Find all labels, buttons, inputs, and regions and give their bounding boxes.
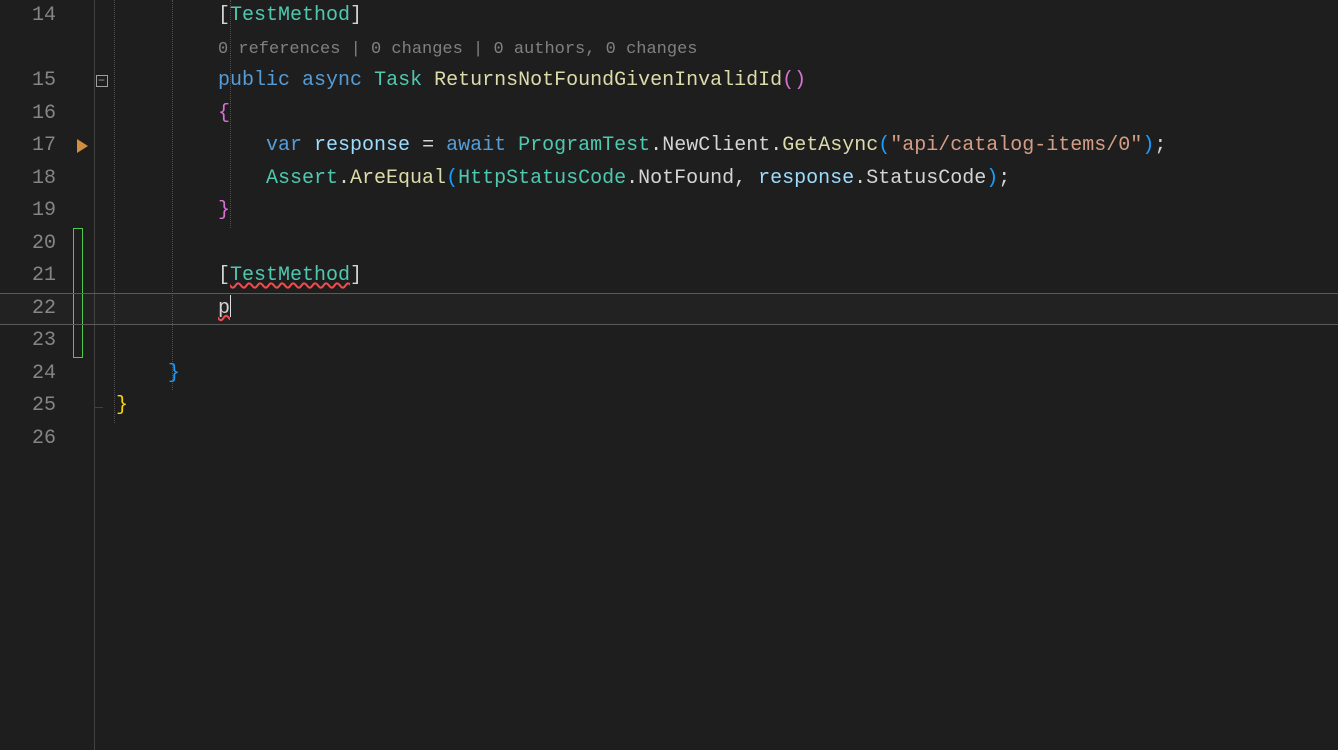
code-line[interactable]: [218, 390, 1338, 423]
code-line[interactable]: }: [218, 195, 1338, 228]
code-line[interactable]: public async Task ReturnsNotFoundGivenIn…: [218, 65, 1338, 98]
line-number: 26: [0, 423, 56, 456]
line-number-gutter: 14 151617181920212223242526: [0, 0, 70, 750]
code-line[interactable]: [218, 228, 1338, 261]
code-line[interactable]: var response = await ProgramTest.NewClie…: [218, 130, 1338, 163]
code-line[interactable]: p: [218, 293, 1338, 326]
code-line[interactable]: [TestMethod]: [218, 0, 1338, 33]
fold-toggle-icon[interactable]: −: [96, 75, 108, 87]
code-editor[interactable]: 14 151617181920212223242526 − }} [TestMet…: [0, 0, 1338, 750]
code-line[interactable]: [TestMethod]: [218, 260, 1338, 293]
glyph-margin: [70, 0, 94, 750]
change-marker: [73, 228, 83, 358]
line-number: 20: [0, 228, 56, 261]
indent-guides: }}: [108, 0, 218, 750]
closing-brace[interactable]: }: [116, 390, 128, 423]
line-number: 16: [0, 98, 56, 131]
closing-brace[interactable]: }: [168, 358, 180, 391]
run-test-icon[interactable]: [77, 139, 88, 153]
line-number: 21: [0, 260, 56, 293]
line-number: 17: [0, 130, 56, 163]
code-line[interactable]: [218, 358, 1338, 391]
line-number: 25: [0, 390, 56, 423]
line-number: 15: [0, 65, 56, 98]
text-caret: [230, 295, 231, 317]
outline-column: −: [94, 0, 108, 750]
code-area[interactable]: [TestMethod] 0 references | 0 changes | 0…: [218, 0, 1338, 750]
code-line[interactable]: [218, 325, 1338, 358]
line-number: 24: [0, 358, 56, 391]
line-number: 22: [0, 293, 56, 326]
code-line[interactable]: Assert.AreEqual(HttpStatusCode.NotFound,…: [218, 163, 1338, 196]
line-number: [0, 33, 56, 66]
line-number: 18: [0, 163, 56, 196]
code-line[interactable]: [218, 423, 1338, 456]
code-line[interactable]: {: [218, 98, 1338, 131]
line-number: 23: [0, 325, 56, 358]
codelens[interactable]: 0 references | 0 changes | 0 authors, 0 …: [218, 40, 697, 59]
codelens-row[interactable]: 0 references | 0 changes | 0 authors, 0 …: [218, 33, 1338, 66]
line-number: 14: [0, 0, 56, 33]
line-number: 19: [0, 195, 56, 228]
